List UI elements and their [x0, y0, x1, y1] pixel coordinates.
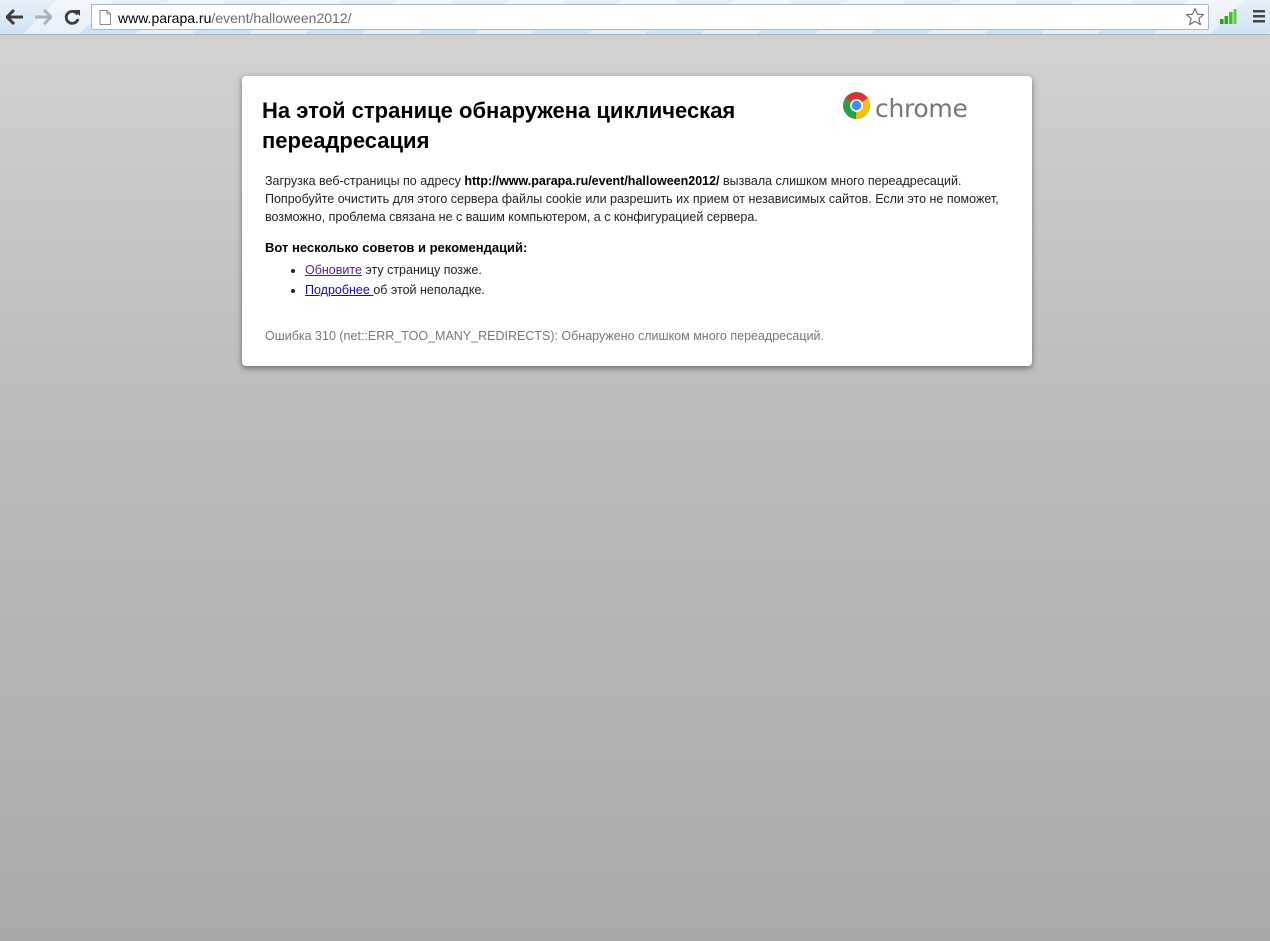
- chrome-logo-icon: [842, 91, 871, 125]
- description-prefix: Загрузка веб-страницы по адресу: [265, 174, 465, 188]
- menu-icon[interactable]: [1252, 9, 1266, 29]
- tips-list: Обновите эту страницу позже. Подробнее о…: [265, 260, 485, 300]
- chrome-logo: chrome: [842, 91, 968, 125]
- back-button[interactable]: [3, 6, 27, 28]
- back-arrow-icon: [6, 9, 24, 25]
- forward-arrow-icon: [34, 9, 52, 25]
- forward-button[interactable]: [31, 6, 55, 28]
- list-item: Подробнее об этой неполадке.: [305, 280, 485, 300]
- chrome-wordmark: chrome: [875, 93, 968, 123]
- url-host: www.parapa.ru: [118, 10, 212, 26]
- learn-more-link[interactable]: Подробнее: [305, 283, 373, 297]
- reload-icon: [63, 8, 81, 26]
- error-description: Загрузка веб-страницы по адресу http://w…: [265, 172, 1010, 226]
- description-url: http://www.parapa.ru/event/halloween2012…: [464, 174, 720, 188]
- reload-page-link[interactable]: Обновите: [305, 263, 362, 277]
- address-bar[interactable]: www.parapa.ru/event/halloween2012/: [91, 4, 1209, 30]
- page-title: На этой странице обнаружена циклическая …: [262, 98, 736, 153]
- error-card: На этой странице обнаружена циклическая …: [242, 76, 1032, 366]
- tip-text: об этой неполадке.: [373, 283, 485, 297]
- browser-toolbar: www.parapa.ru/event/halloween2012/: [0, 0, 1270, 35]
- signal-bars-icon[interactable]: [1219, 8, 1237, 30]
- star-icon[interactable]: [1185, 7, 1205, 32]
- url-path: /event/halloween2012/: [211, 10, 352, 26]
- url-text[interactable]: www.parapa.ru/event/halloween2012/: [118, 10, 352, 26]
- list-item: Обновите эту страницу позже.: [305, 260, 485, 280]
- reload-button[interactable]: [60, 6, 84, 28]
- tips-heading: Вот несколько советов и рекомендаций:: [265, 240, 528, 255]
- page-icon: [99, 10, 111, 30]
- error-code: Ошибка 310 (net::ERR_TOO_MANY_REDIRECTS)…: [265, 329, 824, 343]
- tip-text: эту страницу позже.: [361, 263, 482, 277]
